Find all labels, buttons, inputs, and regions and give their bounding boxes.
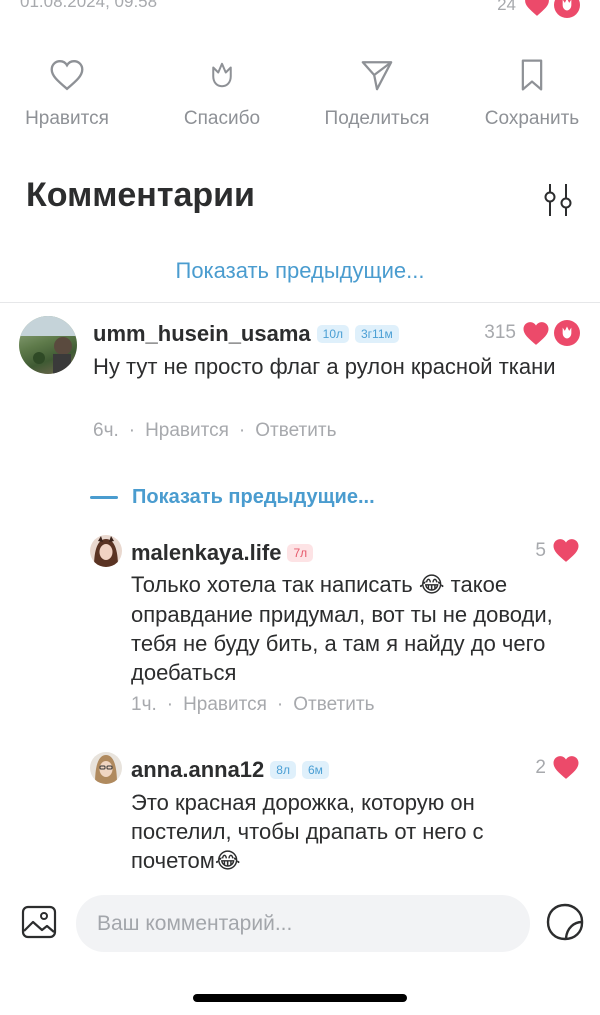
tulip-filled-icon [554,0,580,18]
heart-filled-icon [553,539,579,562]
comment-reply-link[interactable]: Ответить [255,420,336,441]
send-icon [361,61,393,91]
reply-item: malenkaya.life 7л 5 Только хотела так на… [0,535,600,725]
post-reactions-count: 24 [497,0,516,14]
sticker-button[interactable] [544,901,586,943]
comment-like-link[interactable]: Нравится [145,420,229,441]
reply-reactions[interactable]: 2 [535,755,580,780]
comment-input[interactable] [76,895,530,952]
reply-like-link[interactable]: Нравится [183,694,267,715]
show-previous-replies-label: Показать предыдущие... [132,486,375,508]
avatar-photo [95,755,117,784]
share-button[interactable]: Поделиться [307,52,447,130]
reply-text: Это красная дорожка, которую он постелил… [131,788,551,876]
post-reactions[interactable]: 24 [497,0,580,18]
avatar[interactable] [90,535,122,567]
save-label: Сохранить [484,108,580,129]
post-date: 01.08.2024, 09:58 [20,0,158,11]
comment-reactions[interactable]: 315 [484,320,580,346]
comment-composer [0,893,600,953]
account-age-badge: 8л [270,761,296,779]
reply-time: 1ч. [131,694,157,715]
reply-text-part: Это красная дорожка, которую он постелил… [131,790,484,873]
comments-filter-button[interactable] [538,180,578,220]
reply-item: anna.anna12 8л 6м 2 Это красная дорожка,… [0,752,600,882]
post-actions-bar: Нравится Спасибо Поделиться Сохранить [0,52,600,142]
avatar-photo [19,316,77,374]
account-age-badge: 6м [301,761,329,779]
heart-filled-icon [525,0,549,16]
reply-reply-link[interactable]: Ответить [293,694,374,715]
avatar[interactable] [90,752,122,784]
show-previous-replies-link[interactable]: Показать предыдущие... [90,486,375,509]
reply-header: anna.anna12 8л 6м [131,757,329,783]
home-indicator [193,994,407,1002]
username[interactable]: anna.anna12 [131,757,264,783]
laughing-emoji: 😂 [418,573,445,598]
like-label: Нравится [25,108,109,129]
likes-count: 315 [484,322,516,343]
likes-count: 2 [535,756,546,778]
heart-filled-icon [553,756,579,779]
like-button[interactable]: Нравится [0,52,137,130]
username[interactable]: malenkaya.life [131,540,281,566]
avatar-photo [94,536,118,567]
account-age-badge: 7л [287,544,314,562]
divider [0,302,600,303]
reply-meta: 1ч. · Нравится · Ответить [131,694,375,715]
comment-time: 6ч. [93,420,119,441]
reply-header: malenkaya.life 7л [131,540,314,566]
save-button[interactable]: Сохранить [462,52,600,130]
thread-dash [90,496,118,499]
thanks-button[interactable]: Спасибо [152,52,292,130]
heart-filled-icon [523,321,549,345]
likes-count: 5 [535,539,546,561]
laughing-emoji: 😂 [214,849,241,874]
username[interactable]: umm_husein_usama [93,321,311,347]
comment-text: Ну тут не просто флаг а рулон красной тк… [93,354,556,379]
comment-header: umm_husein_usama 10л 3г11м [93,321,399,347]
heart-outline-icon [50,60,84,91]
attach-image-button[interactable] [20,903,58,941]
account-age-badge: 3г11м [355,325,399,343]
thanks-label: Спасибо [183,108,261,129]
account-age-badge: 10л [316,325,349,343]
post-meta-row: 01.08.2024, 09:58 24 [20,0,580,20]
sticker-icon [546,903,584,941]
share-label: Поделиться [324,108,430,129]
reply-text: Только хотела так написать 😂 такое оправ… [131,570,571,687]
reply-text-part: Только хотела так написать [131,572,419,597]
comments-title: Комментарии [26,176,255,214]
tulip-filled-icon [554,320,580,346]
avatar[interactable] [19,316,77,374]
comment-meta: 6ч. · Нравится · Ответить [93,420,337,441]
reply-reactions[interactable]: 5 [535,538,580,563]
bookmark-icon [521,59,543,91]
show-previous-comments-link[interactable]: Показать предыдущие... [0,258,600,284]
tulip-outline-icon [212,62,232,88]
sliders-icon [544,184,572,216]
image-icon [21,905,57,939]
comment-item: umm_husein_usama 10л 3г11м 315 Ну тут не… [0,312,600,452]
